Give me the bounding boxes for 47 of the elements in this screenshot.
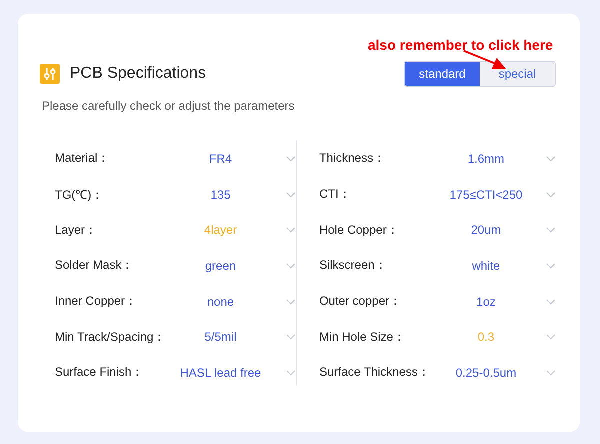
- chevron-down-icon: [286, 262, 296, 269]
- field-label: Min Hole Size：: [319, 328, 406, 346]
- field-label: Outer copper：: [319, 293, 402, 310]
- field-label: Material：: [55, 150, 111, 168]
- dropdown[interactable]: 1oz: [434, 294, 556, 309]
- chevron-down-icon: [546, 370, 556, 376]
- panel-title: PCB Specifications: [70, 65, 206, 83]
- dropdown[interactable]: none: [163, 294, 296, 309]
- sliders-icon: [40, 64, 60, 84]
- chevron-down-icon: [546, 156, 556, 162]
- chevron-down-icon: [546, 262, 556, 269]
- field-label: Solder Mask：: [55, 257, 135, 274]
- annotation-text: also remember to click here: [368, 37, 554, 53]
- dropdown[interactable]: HASL lead free: [163, 366, 296, 380]
- field-label: Inner Copper：: [55, 293, 138, 310]
- field-label: Layer：: [55, 222, 98, 239]
- field-label: Surface Finish：: [55, 364, 145, 382]
- chevron-down-icon: [286, 298, 296, 305]
- dropdown[interactable]: FR4: [163, 152, 296, 166]
- field-label: Hole Copper：: [319, 222, 400, 239]
- field-label: TG(℃)：: [55, 186, 105, 204]
- chevron-down-icon: [546, 227, 556, 234]
- dropdown[interactable]: 20um: [434, 223, 556, 238]
- dropdown[interactable]: 135: [163, 188, 296, 202]
- field-label: Thickness：: [319, 150, 386, 168]
- mode-tab[interactable]: standard: [405, 62, 480, 86]
- chevron-down-icon: [546, 192, 556, 198]
- field-label: CTI：: [319, 186, 352, 204]
- dropdown[interactable]: green: [163, 258, 296, 273]
- dropdown[interactable]: white: [434, 258, 556, 273]
- dropdown[interactable]: 175≤CTI<250: [434, 188, 556, 202]
- dropdown[interactable]: 0.25-0.5um: [434, 366, 556, 380]
- chevron-down-icon: [286, 227, 296, 234]
- subtitle: Please carefully check or adjust the parameters: [42, 99, 296, 113]
- chevron-down-icon: [546, 334, 556, 340]
- chevron-down-icon: [546, 298, 556, 305]
- field-label: Surface Thickness：: [319, 364, 431, 382]
- field-label: Silkscreen：: [319, 257, 388, 274]
- chevron-down-icon: [286, 156, 296, 162]
- mode-tab[interactable]: special: [480, 62, 555, 86]
- dropdown[interactable]: 1.6mm: [434, 152, 556, 166]
- chevron-down-icon: [286, 334, 296, 340]
- chevron-down-icon: [286, 192, 296, 198]
- chevron-down-icon: [286, 370, 296, 376]
- dropdown[interactable]: 5/5mil: [163, 330, 296, 344]
- field-label: Min Track/Spacing：: [55, 328, 163, 346]
- annotation-arrow: [462, 49, 508, 71]
